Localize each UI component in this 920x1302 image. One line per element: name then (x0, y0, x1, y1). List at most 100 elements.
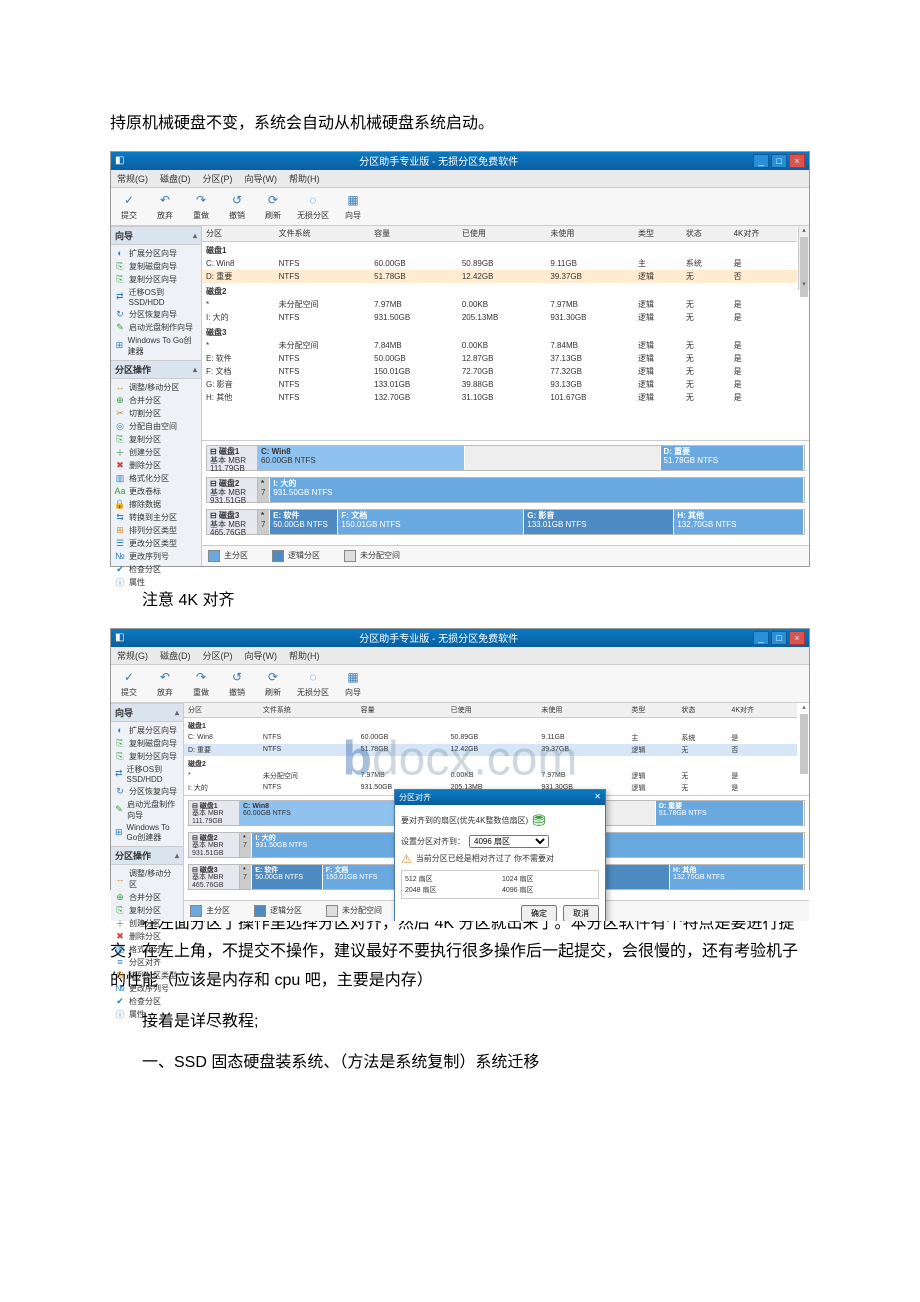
table-row[interactable]: *未分配空间7.97MB0.00KB7.97MB逻辑无是 (202, 298, 797, 311)
disk-map-bar[interactable]: *7E: 软件50.00GB NTFSF: 文档150.01GB NTFSG: … (258, 509, 805, 535)
menu-item[interactable]: 常规(G) (117, 172, 148, 185)
menubar[interactable]: 常规(G)磁盘(D)分区(P)向导(W)帮助(H) (111, 170, 809, 188)
sidebar-item[interactable]: ↻分区恢复向导 (115, 308, 197, 321)
sidebar-item[interactable]: ⎘复制分区 (115, 904, 179, 917)
disk-segment[interactable]: I: 大的931.50GB NTFS (270, 478, 804, 502)
table-header[interactable]: 分区 (184, 703, 259, 718)
sidebar-item[interactable]: ✔检查分区 (115, 995, 179, 1008)
maximize-button[interactable]: □ (771, 154, 787, 168)
sidebar-item[interactable]: ▥格式化分区 (115, 472, 197, 485)
sidebar-item[interactable]: ⓘ属性 (115, 1008, 179, 1021)
disk-segment[interactable]: *7 (258, 478, 270, 502)
collapse-icon[interactable]: ▴ (193, 365, 197, 374)
table-header[interactable]: 文件系统 (259, 703, 357, 718)
table-row[interactable]: C: Win8NTFS60.00GB50.89GB9.11GB主系统是 (184, 732, 797, 744)
redo-button[interactable]: ↷重做 (189, 669, 213, 698)
table-row[interactable]: *未分配空间7.97MB0.00KB7.97MB逻辑无是 (184, 770, 797, 782)
sidebar-item[interactable]: ↔调整/移动分区 (115, 867, 179, 891)
disk-segment[interactable]: E: 软件50.00GB NTFS (252, 865, 322, 889)
sidebar-item[interactable]: №更改序列号 (115, 982, 179, 995)
wizard-button[interactable]: ▦向导 (341, 192, 365, 221)
table-header[interactable]: 文件系统 (275, 226, 371, 242)
sidebar-item[interactable]: ≡分区对齐 (115, 956, 179, 969)
table-header[interactable]: 4K对齐 (727, 703, 797, 718)
table-header[interactable]: 容量 (370, 226, 458, 242)
collapse-icon[interactable]: ▴ (175, 708, 179, 717)
sidebar-item[interactable]: ⓘ属性 (115, 576, 197, 589)
ops-panel-header[interactable]: 分区操作 ▴ (111, 360, 201, 379)
sidebar-item[interactable]: ⇆转换到主分区 (115, 511, 197, 524)
scroll-up-icon[interactable]: ▴ (799, 226, 809, 236)
sidebar-item[interactable]: ⊞排列分区类型 (115, 969, 179, 982)
close-button[interactable]: × (789, 631, 805, 645)
sidebar-item[interactable]: ⇄迁移OS到SSD/HDD (115, 763, 179, 785)
undo-button[interactable]: ↺撤销 (225, 669, 249, 698)
sidebar-item[interactable]: ✎启动光盘制作向导 (115, 321, 197, 334)
table-header[interactable]: 分区 (202, 226, 275, 242)
menu-item[interactable]: 磁盘(D) (160, 172, 191, 185)
table-header[interactable]: 类型 (627, 703, 677, 718)
partition-table[interactable]: 分区文件系统容量已使用未使用类型状态4K对齐磁盘1C: Win8NTFS60.0… (202, 226, 797, 404)
sidebar-item[interactable]: ⎘复制磁盘向导 (115, 260, 197, 273)
table-header[interactable]: 状态 (677, 703, 727, 718)
menu-item[interactable]: 帮助(H) (289, 172, 320, 185)
commit-button[interactable]: ✓提交 (117, 192, 141, 221)
table-header[interactable]: 状态 (682, 226, 730, 242)
refresh-button[interactable]: ⟳刷新 (261, 669, 285, 698)
table-row[interactable]: H: 其他NTFS132.70GB31.10GB101.67GB逻辑无是 (202, 391, 797, 404)
table-header[interactable]: 已使用 (447, 703, 538, 718)
minimize-button[interactable]: _ (753, 154, 769, 168)
disk-segment[interactable]: H: 其他132.70GB NTFS (674, 510, 804, 534)
align-opt-2048[interactable]: 2048 扇区 (405, 885, 498, 895)
sidebar-item[interactable]: ◐扩展分区向导 (115, 724, 179, 737)
disk-segment[interactable]: F: 文档150.01GB NTFS (338, 510, 524, 534)
table-header[interactable]: 类型 (634, 226, 682, 242)
alignment-select[interactable]: 4096 扇区 (469, 835, 549, 848)
menubar[interactable]: 常规(G)磁盘(D)分区(P)向导(W)帮助(H) (111, 647, 809, 665)
menu-item[interactable]: 向导(W) (245, 649, 278, 662)
table-row[interactable]: G: 影音NTFS133.01GB39.88GB93.13GB逻辑无是 (202, 378, 797, 391)
sidebar-item[interactable]: Aa更改卷标 (115, 485, 197, 498)
dialog-close-button[interactable]: ✕ (594, 792, 601, 803)
sidebar-item[interactable]: ⎘复制磁盘向导 (115, 737, 179, 750)
disk-segment[interactable]: *7 (240, 865, 252, 889)
wizard-panel-header[interactable]: 向导 ▴ (111, 226, 201, 245)
disk-segment[interactable]: C: Win860.00GB NTFS (258, 446, 465, 470)
sidebar-item[interactable]: ↻分区恢复向导 (115, 785, 179, 798)
table-row[interactable]: E: 软件NTFS50.00GB12.87GB37.13GB逻辑无是 (202, 352, 797, 365)
sidebar-item[interactable]: ☰更改分区类型 (115, 537, 197, 550)
sidebar-item[interactable]: ⊕合并分区 (115, 891, 179, 904)
table-header[interactable]: 容量 (357, 703, 447, 718)
sidebar-item[interactable]: ⊞Windows To Go创建器 (115, 822, 179, 844)
sidebar-item[interactable]: ⎘复制分区向导 (115, 273, 197, 286)
minimize-button[interactable]: _ (753, 631, 769, 645)
disk-segment[interactable]: D: 重要51.78GB NTFS (661, 446, 805, 470)
window-titlebar[interactable]: ◧ 分区助手专业版 - 无损分区免费软件 _ □ × (111, 152, 809, 170)
sidebar-item[interactable]: ⇄迁移OS到SSD/HDD (115, 286, 197, 308)
disk-segment[interactable]: D: 重要51.78GB NTFS (656, 801, 804, 825)
table-header[interactable]: 未使用 (546, 226, 634, 242)
table-row[interactable]: *未分配空间7.84MB0.00KB7.84MB逻辑无是 (202, 339, 797, 352)
window-titlebar[interactable]: ◧ 分区助手专业版 - 无损分区免费软件 _ □ × (111, 629, 809, 647)
sidebar-item[interactable]: ✖删除分区 (115, 459, 197, 472)
table-header[interactable]: 4K对齐 (730, 226, 797, 242)
table-row[interactable]: F: 文档NTFS150.01GB72.70GB77.32GB逻辑无是 (202, 365, 797, 378)
sidebar-item[interactable]: ⊞Windows To Go创建器 (115, 334, 197, 358)
disk-map-bar[interactable]: *7I: 大的931.50GB NTFS (258, 477, 805, 503)
sidebar-item[interactable]: ✔检查分区 (115, 563, 197, 576)
maximize-button[interactable]: □ (771, 631, 787, 645)
disk-segment[interactable] (465, 446, 661, 470)
sidebar-item[interactable]: ＋创建分区 (115, 446, 197, 459)
sidebar-item[interactable]: ✖删除分区 (115, 930, 179, 943)
menu-item[interactable]: 向导(W) (245, 172, 278, 185)
align-opt-512[interactable]: 512 扇区 (405, 874, 498, 884)
refresh-button[interactable]: ⟳刷新 (261, 192, 285, 221)
disk-segment[interactable]: G: 影音133.01GB NTFS (524, 510, 674, 534)
sidebar-item[interactable]: ◎分配自由空间 (115, 420, 197, 433)
menu-item[interactable]: 常规(G) (117, 649, 148, 662)
dialog-ok-button[interactable]: 确定 (521, 905, 557, 921)
vertical-scrollbar[interactable]: ▴ ▾ (798, 226, 809, 290)
collapse-icon[interactable]: ▴ (193, 231, 197, 240)
table-row[interactable]: D: 重要NTFS51.78GB12.42GB39.37GB逻辑无否 (184, 744, 797, 756)
ops-panel-header[interactable]: 分区操作 ▴ (111, 846, 183, 865)
